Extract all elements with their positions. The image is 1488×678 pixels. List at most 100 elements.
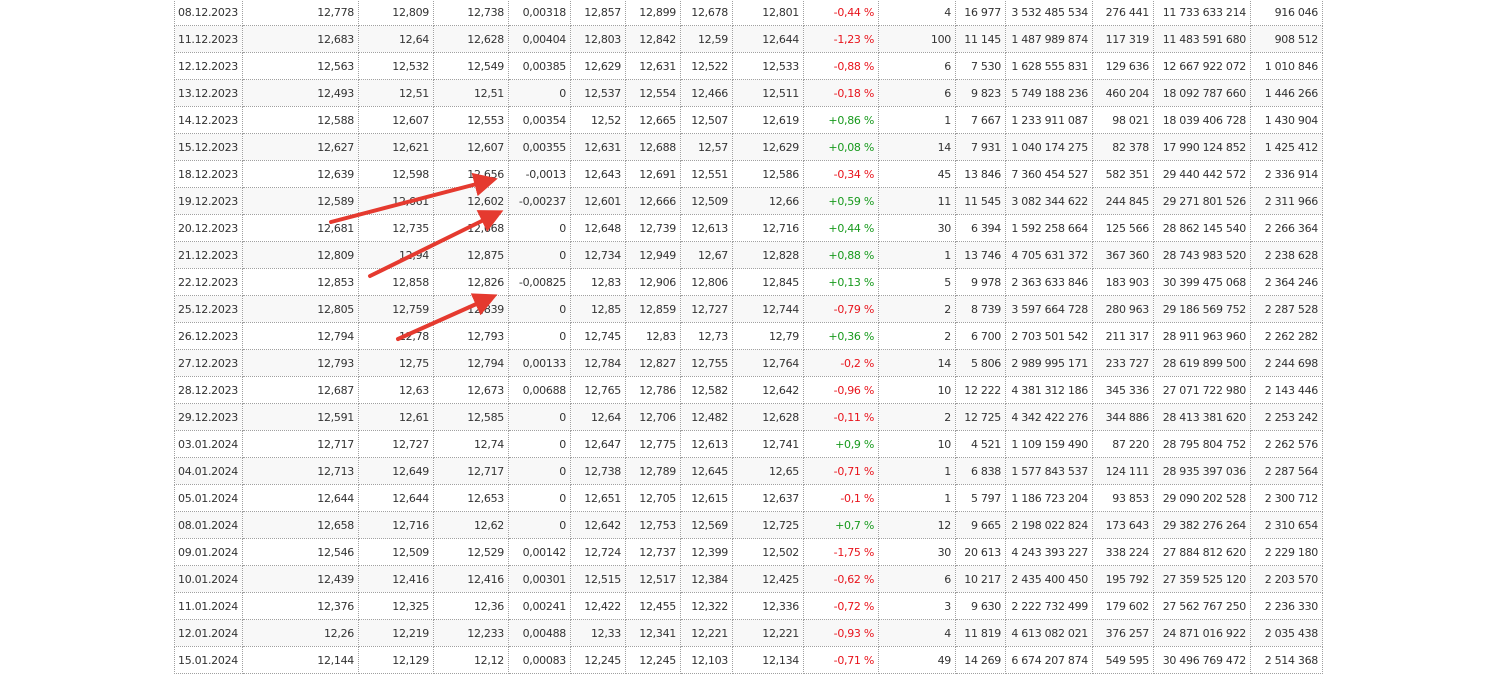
- value-cell: 280 963: [1091, 295, 1154, 323]
- table-row: 27.12.2023 12,793 12,75 12,794 0,00133 12,784…: [174, 349, 1323, 377]
- value-cell: 549 595: [1091, 646, 1154, 674]
- value-cell: 12,826: [432, 268, 509, 296]
- value-cell: 20 613: [954, 538, 1006, 566]
- value-cell: 12,33: [569, 619, 626, 647]
- value-cell: 2: [877, 295, 956, 323]
- value-cell: 12,36: [432, 592, 509, 620]
- value-cell: 12,845: [731, 268, 804, 296]
- value-cell: 12,716: [357, 511, 434, 539]
- value-cell: 12,737: [624, 538, 681, 566]
- table-row: 14.12.2023 12,588 12,607 12,553 0,00354 12,52…: [174, 106, 1323, 134]
- value-cell: 100: [877, 25, 956, 53]
- value-cell: 12,64: [357, 25, 434, 53]
- table-row: 18.12.2023 12,639 12,598 12,656 -0,0013 12,64…: [174, 160, 1323, 188]
- value-cell: 0: [507, 79, 571, 107]
- table-row: 22.12.2023 12,853 12,858 12,826 -0,00825 12,8…: [174, 268, 1323, 296]
- value-cell: 460 204: [1091, 79, 1154, 107]
- value-cell: 2 222 732 499: [1004, 592, 1093, 620]
- value-cell: 7 667: [954, 106, 1006, 134]
- value-cell: 2 035 438: [1249, 619, 1323, 647]
- value-cell: 12,786: [624, 376, 681, 404]
- value-cell: 2 703 501 542: [1004, 322, 1093, 350]
- value-cell: 12,857: [569, 0, 626, 26]
- value-cell: 12,586: [731, 160, 804, 188]
- value-cell: 16 977: [954, 0, 1006, 26]
- value-cell: 1: [877, 457, 956, 485]
- value-cell: 12,668: [432, 214, 509, 242]
- value-cell: 28 619 899 500: [1152, 349, 1251, 377]
- value-cell: 12 725: [954, 403, 1006, 431]
- date-cell: 21.12.2023: [174, 241, 243, 269]
- date-cell: 11.01.2024: [174, 592, 243, 620]
- value-cell: 1: [877, 241, 956, 269]
- date-cell: 03.01.2024: [174, 430, 243, 458]
- value-cell: 12,549: [432, 52, 509, 80]
- change-percent-cell: -0,44 %: [802, 0, 879, 26]
- value-cell: 12,67: [679, 241, 733, 269]
- value-cell: 12,745: [569, 322, 626, 350]
- value-cell: 4: [877, 619, 956, 647]
- value-cell: 2 266 364: [1249, 214, 1323, 242]
- value-cell: 7 360 454 527: [1004, 160, 1093, 188]
- table-row: 26.12.2023 12,794 12,78 12,793 0 12,745 12,83 1…: [174, 322, 1323, 350]
- value-cell: 12,607: [432, 133, 509, 161]
- table-row: 29.12.2023 12,591 12,61 12,585 0 12,64 12,706 1…: [174, 403, 1323, 431]
- value-cell: 12,644: [731, 25, 804, 53]
- value-cell: 6: [877, 79, 956, 107]
- date-cell: 15.12.2023: [174, 133, 243, 161]
- value-cell: -0,0013: [507, 160, 571, 188]
- value-cell: 9 823: [954, 79, 1006, 107]
- value-cell: 1 010 846: [1249, 52, 1323, 80]
- value-cell: 12,65: [731, 457, 804, 485]
- value-cell: 367 360: [1091, 241, 1154, 269]
- value-cell: 12,649: [357, 457, 434, 485]
- date-cell: 22.12.2023: [174, 268, 243, 296]
- value-cell: 244 845: [1091, 187, 1154, 215]
- value-cell: 12,631: [569, 133, 626, 161]
- value-cell: 12,778: [241, 0, 359, 26]
- value-cell: 1 592 258 664: [1004, 214, 1093, 242]
- value-cell: 12,51: [432, 79, 509, 107]
- value-cell: 18 039 406 728: [1152, 106, 1251, 134]
- value-cell: 12,853: [241, 268, 359, 296]
- change-percent-cell: +0,08 %: [802, 133, 879, 161]
- value-cell: 29 382 276 264: [1152, 511, 1251, 539]
- value-cell: 1 446 266: [1249, 79, 1323, 107]
- date-cell: 28.12.2023: [174, 376, 243, 404]
- value-cell: 233 727: [1091, 349, 1154, 377]
- value-cell: 12,775: [624, 430, 681, 458]
- value-cell: 12,602: [432, 187, 509, 215]
- table-row: 20.12.2023 12,681 12,735 12,668 0 12,648 12,73…: [174, 214, 1323, 242]
- value-cell: 12,619: [731, 106, 804, 134]
- value-cell: 916 046: [1249, 0, 1323, 26]
- value-cell: 12,493: [241, 79, 359, 107]
- value-cell: 2 514 368: [1249, 646, 1323, 674]
- value-cell: 12,759: [357, 295, 434, 323]
- value-cell: 12,717: [432, 457, 509, 485]
- value-cell: 12,827: [624, 349, 681, 377]
- value-cell: 6 674 207 874: [1004, 646, 1093, 674]
- value-cell: 12,949: [624, 241, 681, 269]
- table-row: 04.01.2024 12,713 12,649 12,717 0 12,738 12,78…: [174, 457, 1323, 485]
- value-cell: 12,588: [241, 106, 359, 134]
- date-cell: 12.01.2024: [174, 619, 243, 647]
- value-cell: 28 911 963 960: [1152, 322, 1251, 350]
- change-percent-cell: -0,88 %: [802, 52, 879, 80]
- change-percent-cell: +0,44 %: [802, 214, 879, 242]
- table-row: 21.12.2023 12,809 12,94 12,875 0 12,734 12,949…: [174, 241, 1323, 269]
- value-cell: 12 222: [954, 376, 1006, 404]
- value-cell: 12,764: [731, 349, 804, 377]
- value-cell: 82 378: [1091, 133, 1154, 161]
- value-cell: 12,621: [357, 133, 434, 161]
- value-cell: 17 990 124 852: [1152, 133, 1251, 161]
- value-cell: 0,00083: [507, 646, 571, 674]
- table-row: 09.01.2024 12,546 12,509 12,529 0,00142 12,72…: [174, 538, 1323, 566]
- table-row: 11.01.2024 12,376 12,325 12,36 0,00241 12,422…: [174, 592, 1323, 620]
- value-cell: 12,529: [432, 538, 509, 566]
- change-percent-cell: +0,88 %: [802, 241, 879, 269]
- value-cell: 12,522: [679, 52, 733, 80]
- value-cell: 1: [877, 106, 956, 134]
- value-cell: 12,716: [731, 214, 804, 242]
- value-cell: 582 351: [1091, 160, 1154, 188]
- value-cell: 12,66: [731, 187, 804, 215]
